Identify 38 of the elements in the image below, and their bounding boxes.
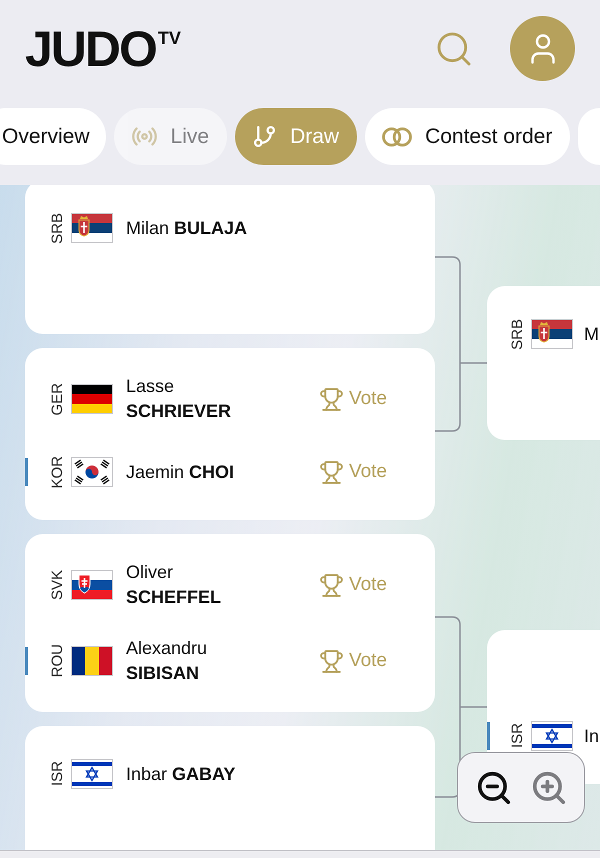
vote-button[interactable]: Vote <box>318 646 387 676</box>
vote-button[interactable]: Vote <box>318 458 387 486</box>
country-code: SRB <box>510 318 526 350</box>
country-code: GER <box>50 382 66 416</box>
athlete-name: Lasse SCHRIEVER <box>126 375 232 423</box>
trophy-icon <box>318 648 344 674</box>
country-code: KOR <box>50 456 66 488</box>
country-code: SVK <box>50 570 66 600</box>
trophy-icon <box>318 460 344 484</box>
linked-rings-icon <box>382 126 412 146</box>
trophy-icon <box>318 386 344 412</box>
tab[interactable]: Overview <box>0 108 106 165</box>
athlete-name: In <box>584 724 600 748</box>
trophy-icon <box>318 572 344 598</box>
country-code: SRB <box>50 212 66 244</box>
branch-icon <box>252 124 278 149</box>
athlete-name: Inbar GABAY <box>126 762 236 786</box>
south-korea-flag-icon <box>71 457 113 487</box>
country-code: ISR <box>50 761 66 786</box>
tab[interactable]: Contest order <box>365 108 570 165</box>
germany-flag-icon <box>71 384 113 414</box>
israel-flag-icon <box>531 721 573 751</box>
athlete-name: Jaemin CHOI <box>126 460 236 484</box>
israel-flag-icon <box>71 759 113 789</box>
romania-flag-icon <box>71 646 113 676</box>
tab[interactable]: Draw <box>235 108 358 165</box>
logo-wordmark: JUDO$^{TV}$ <box>25 24 181 74</box>
slovakia-flag-icon <box>71 570 113 600</box>
serbia-flag-icon <box>531 319 573 349</box>
serbia-flag-icon <box>71 213 113 243</box>
vote-button[interactable]: Vote <box>318 570 387 600</box>
athlete-name: Milan BULAJA <box>126 216 248 240</box>
athlete-name: Oliver SCHEFFEL <box>126 561 222 609</box>
athlete-name: Alexandru SIBISAN <box>126 637 208 685</box>
country-code: ISR <box>510 723 526 748</box>
country-code: ROU <box>50 644 66 678</box>
athlete-name: M <box>584 322 599 346</box>
vote-button[interactable]: Vote <box>318 384 387 414</box>
